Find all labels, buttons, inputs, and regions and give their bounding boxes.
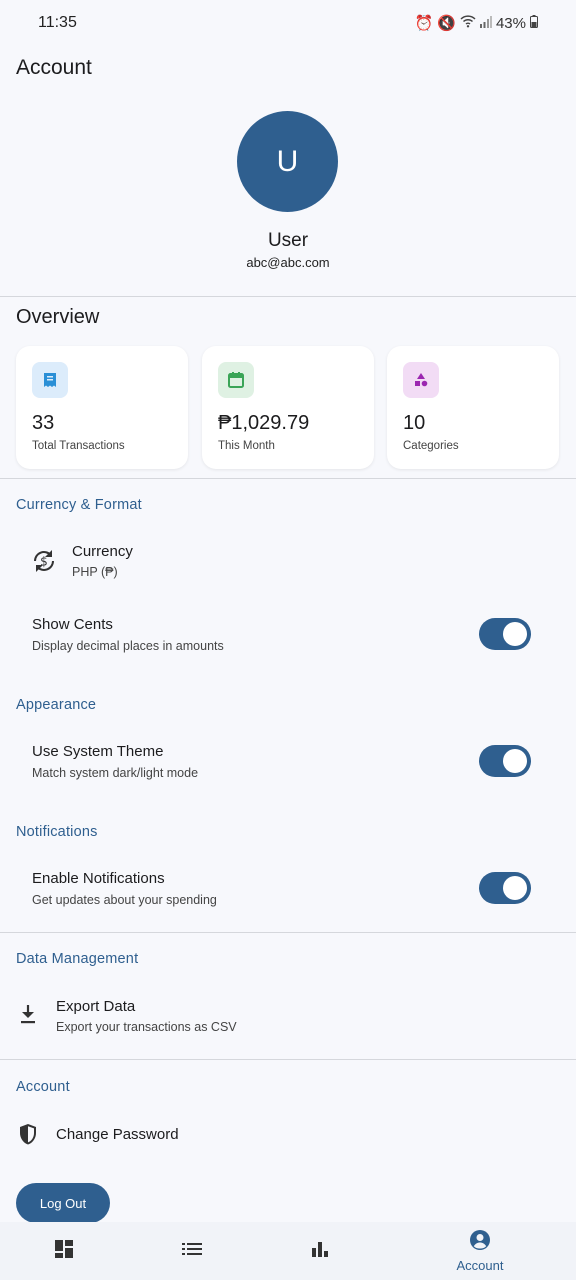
- stat-card-month: ₱1,029.79 This Month: [202, 346, 374, 469]
- system-theme-title: Use System Theme: [32, 743, 164, 760]
- shield-icon: [18, 1123, 38, 1151]
- nav-transactions[interactable]: [128, 1222, 256, 1280]
- stat-label: This Month: [218, 440, 275, 452]
- bottom-nav: Account: [0, 1222, 576, 1280]
- export-data-subtitle: Export your transactions as CSV: [56, 1020, 237, 1034]
- calendar-icon: [218, 362, 254, 398]
- show-cents-setting: Show Cents Display decimal places in amo…: [32, 616, 224, 653]
- section-currency-format: Currency & Format: [16, 497, 142, 513]
- status-bar: 11:35 ⏰ 🔇 43%: [0, 0, 576, 46]
- receipt-icon: [32, 362, 68, 398]
- overview-heading: Overview: [16, 306, 100, 328]
- show-cents-subtitle: Display decimal places in amounts: [32, 639, 224, 653]
- user-name: User: [267, 230, 309, 251]
- section-account: Account: [16, 1079, 70, 1095]
- notifications-toggle[interactable]: [479, 872, 531, 904]
- change-password-item[interactable]: Change Password: [0, 1116, 576, 1154]
- notifications-title: Enable Notifications: [32, 870, 165, 887]
- stat-label: Categories: [403, 440, 459, 452]
- nav-dashboard[interactable]: [0, 1222, 128, 1280]
- currency-value: PHP (₱): [72, 565, 118, 579]
- section-appearance: Appearance: [16, 697, 97, 713]
- wifi-icon: [460, 14, 476, 32]
- export-data-title: Export Data: [56, 998, 136, 1015]
- page-title: Account: [16, 56, 92, 79]
- system-theme-setting: Use System Theme Match system dark/light…: [32, 743, 198, 780]
- toggle-knob: [503, 749, 527, 773]
- status-time: 11:35: [38, 14, 77, 31]
- currency-setting[interactable]: $ Currency PHP (₱): [16, 535, 560, 587]
- battery-percent: 43%: [495, 14, 526, 32]
- currency-exchange-icon: $: [30, 547, 58, 580]
- stat-card-categories: 10 Categories: [387, 346, 559, 469]
- signal-icon: [479, 15, 492, 32]
- logout-button[interactable]: Log Out: [16, 1183, 110, 1223]
- toggle-knob: [503, 876, 527, 900]
- alarm-icon: ⏰: [414, 15, 434, 32]
- category-icon: [403, 362, 439, 398]
- nav-statistics[interactable]: [256, 1222, 384, 1280]
- stat-label: Total Transactions: [32, 440, 125, 452]
- battery-icon: [530, 14, 538, 32]
- section-data-management: Data Management: [16, 951, 139, 967]
- account-circle-icon: [469, 1229, 491, 1256]
- show-cents-title: Show Cents: [32, 616, 113, 633]
- divider: [0, 1059, 576, 1060]
- stat-value: ₱1,029.79: [218, 412, 310, 434]
- show-cents-toggle[interactable]: [479, 618, 531, 650]
- notifications-subtitle: Get updates about your spending: [32, 893, 217, 907]
- toggle-knob: [503, 622, 527, 646]
- stat-card-transactions: 33 Total Transactions: [16, 346, 188, 469]
- stat-value: 10: [403, 412, 426, 434]
- export-data-item[interactable]: Export Data Export your transactions as …: [0, 990, 576, 1044]
- section-notifications: Notifications: [16, 824, 98, 840]
- dashboard-icon: [54, 1239, 74, 1264]
- divider: [0, 296, 576, 297]
- status-icons: ⏰ 🔇 43%: [415, 14, 538, 32]
- system-theme-subtitle: Match system dark/light mode: [32, 766, 199, 780]
- system-theme-toggle[interactable]: [479, 745, 531, 777]
- list-icon: [182, 1242, 202, 1261]
- avatar: U: [237, 111, 338, 212]
- divider: [0, 932, 576, 933]
- currency-title: Currency: [72, 543, 133, 560]
- change-password-label: Change Password: [56, 1126, 179, 1143]
- divider: [0, 478, 576, 479]
- download-icon: [19, 1004, 37, 1029]
- nav-account-label: Account: [456, 1258, 504, 1273]
- stat-value: 33: [32, 412, 55, 434]
- nav-account[interactable]: Account: [416, 1222, 544, 1280]
- svg-text:$: $: [40, 555, 48, 569]
- notifications-setting: Enable Notifications Get updates about y…: [32, 870, 217, 907]
- mute-icon: 🔇: [437, 15, 456, 32]
- bar-chart-icon: [311, 1240, 329, 1263]
- user-email: abc@abc.com: [246, 255, 330, 270]
